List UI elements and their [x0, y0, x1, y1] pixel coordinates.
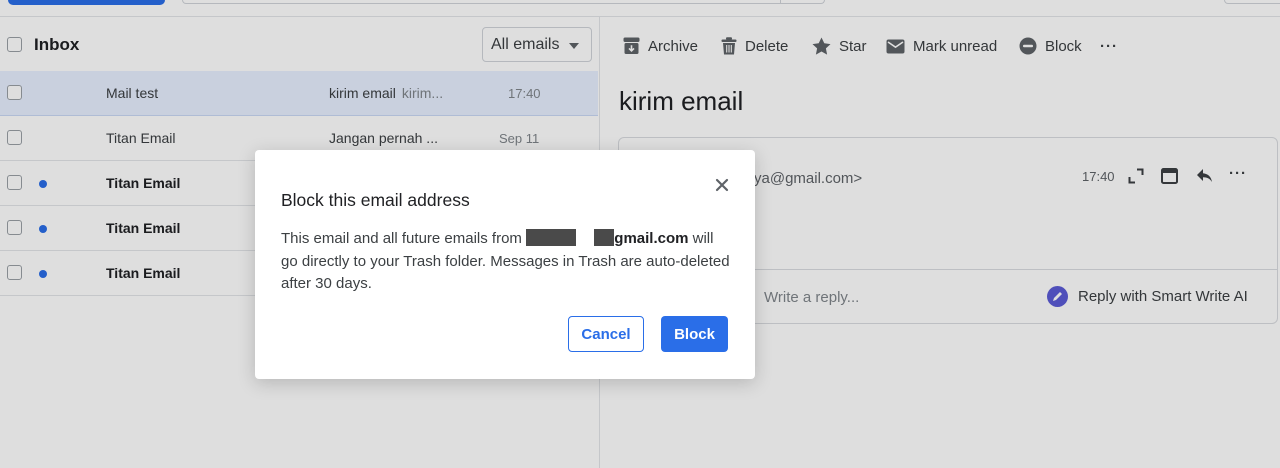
block-confirm-button[interactable]: Block: [661, 316, 728, 352]
dialog-body-prefix: This email and all future emails from: [281, 230, 522, 247]
block-dialog: Block this email address This email and …: [255, 150, 755, 379]
email-domain: gmail.com: [614, 230, 689, 247]
dialog-message: This email and all future emails from gm…: [281, 228, 731, 296]
redacted-email-part: [526, 229, 577, 246]
close-icon[interactable]: [714, 177, 730, 193]
redacted-email-part: [594, 229, 615, 246]
dialog-title: Block this email address: [281, 190, 470, 210]
cancel-button[interactable]: Cancel: [568, 316, 644, 352]
